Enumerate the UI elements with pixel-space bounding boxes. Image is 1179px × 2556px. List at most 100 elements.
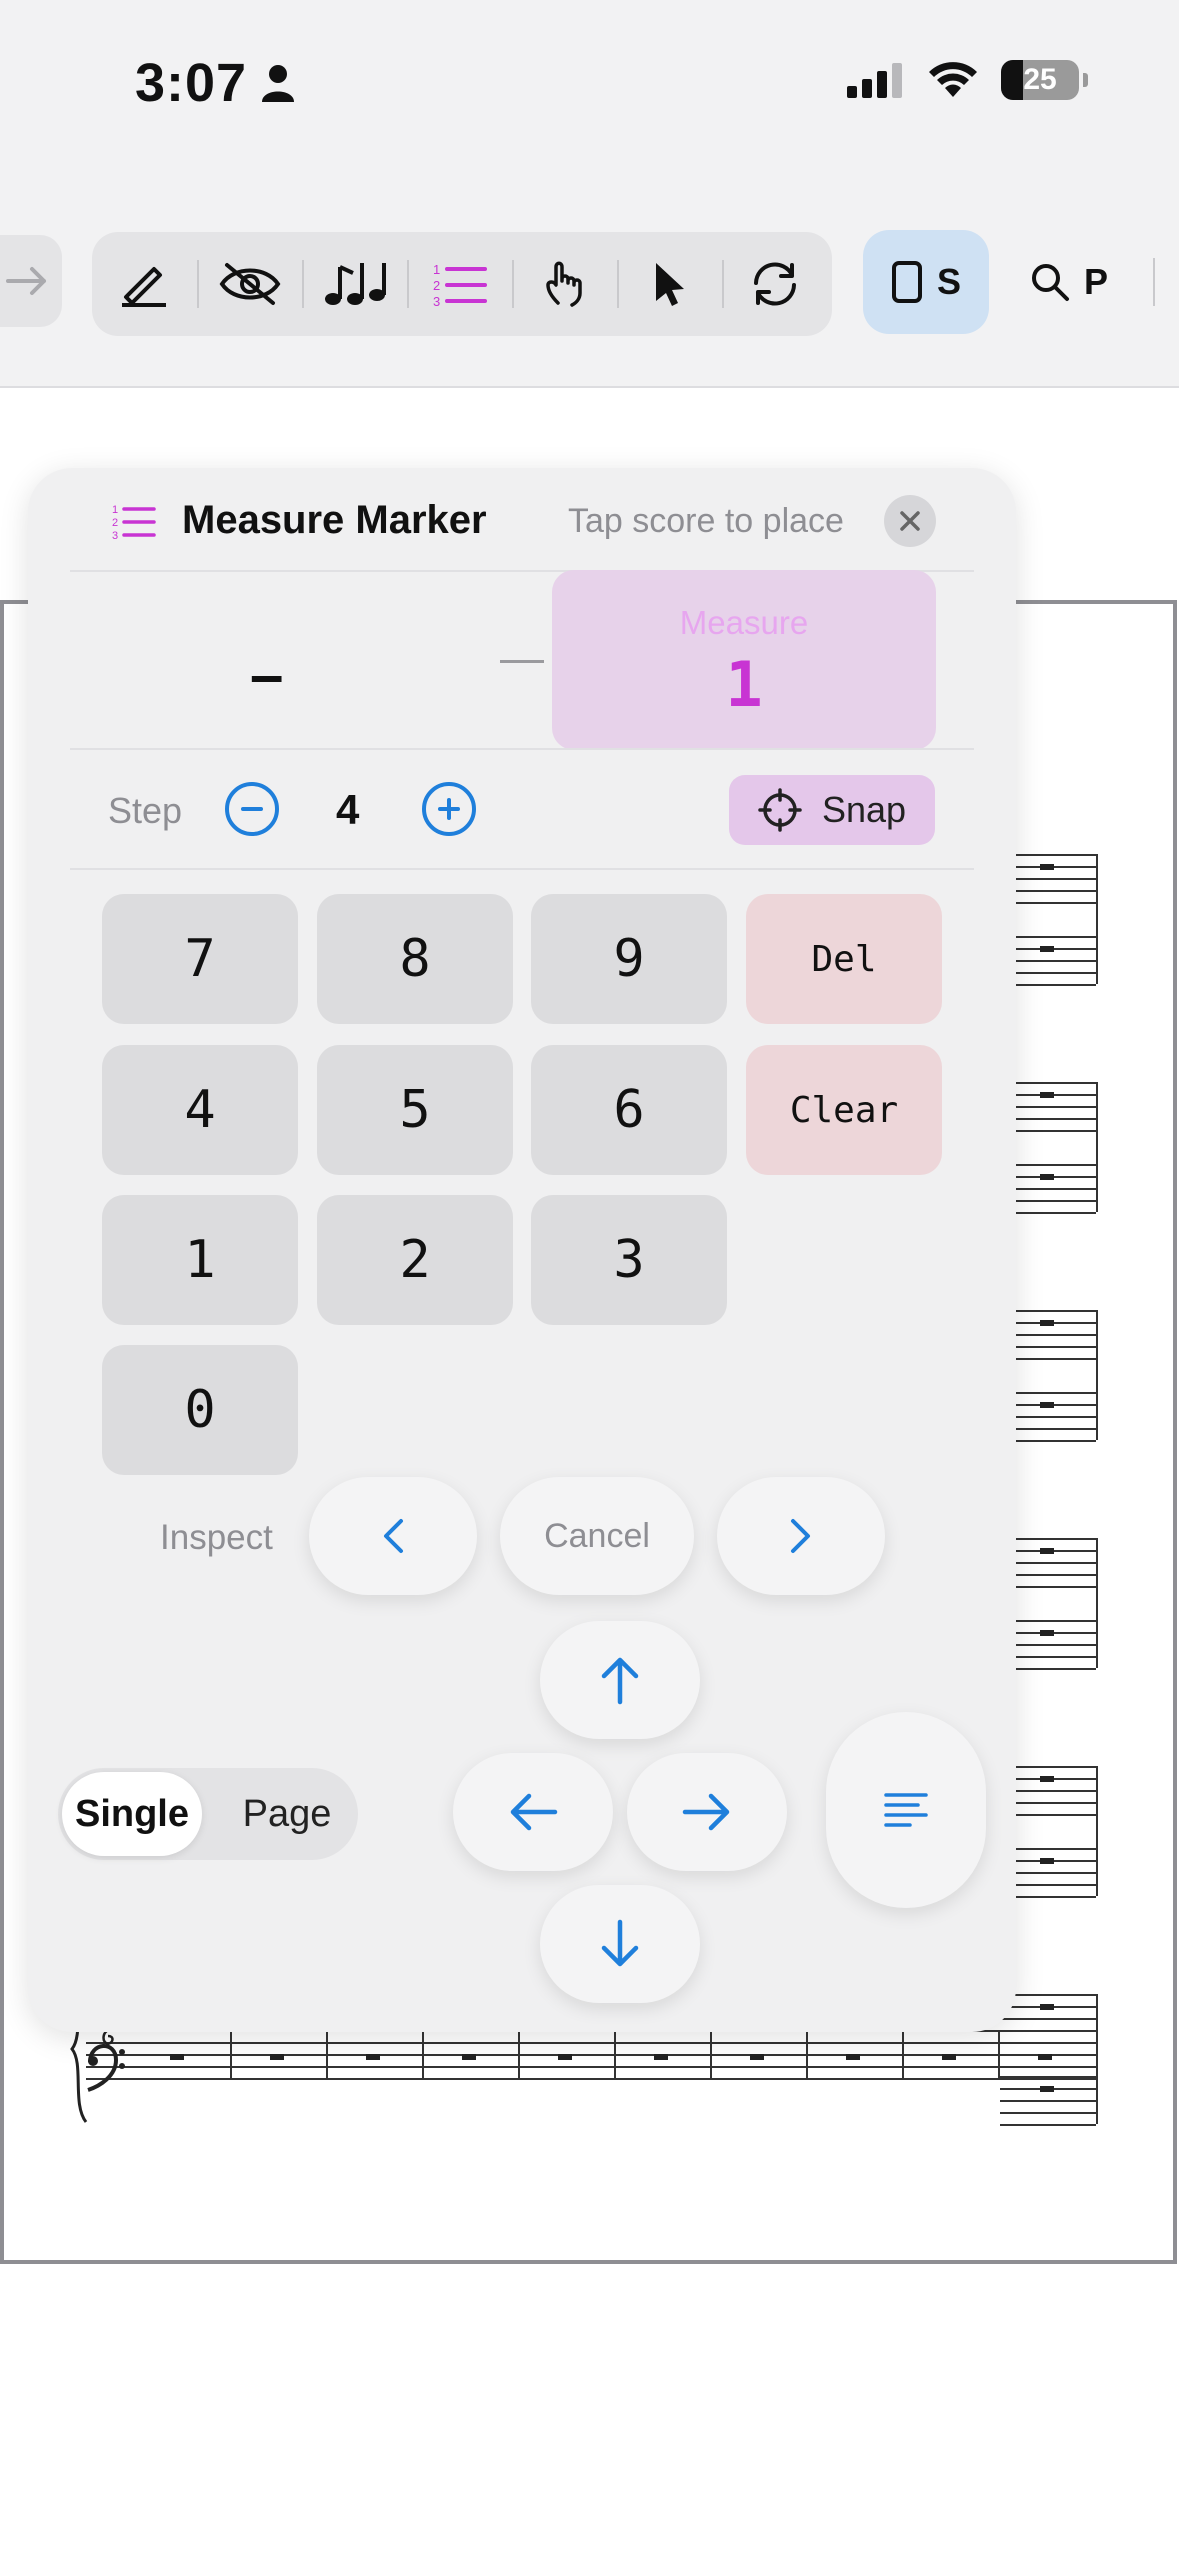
key-8[interactable]: 8	[317, 894, 513, 1024]
redo-arrow-icon	[6, 267, 46, 295]
inspect-previous-button[interactable]	[309, 1477, 477, 1595]
whole-rest	[1038, 2054, 1052, 2060]
staff-line	[1000, 2124, 1096, 2126]
inspect-next-button[interactable]	[717, 1477, 885, 1595]
whole-rest	[1040, 2086, 1054, 2092]
plus-icon	[438, 798, 460, 820]
measure-label: Measure	[679, 604, 809, 641]
move-down-button[interactable]	[540, 1885, 700, 2003]
staff-line	[1000, 2112, 1096, 2114]
key-4[interactable]: 4	[102, 1045, 298, 1175]
range-separator	[500, 660, 544, 663]
toolbar-divider	[1153, 258, 1155, 306]
barline	[902, 2030, 904, 2080]
key-1[interactable]: 1	[102, 1195, 298, 1325]
move-right-button[interactable]	[627, 1753, 787, 1871]
chevron-left-icon	[384, 1519, 403, 1553]
whole-rest	[1040, 1776, 1054, 1782]
arrow-up-icon	[601, 1657, 639, 1705]
key-2[interactable]: 2	[317, 1195, 513, 1325]
list-numbered-icon: 123	[433, 262, 487, 307]
whole-rest	[1040, 1320, 1054, 1326]
battery-icon: 25	[1001, 60, 1088, 100]
barline	[230, 2030, 232, 2080]
whole-rest	[1040, 1402, 1054, 1408]
whole-rest	[1040, 2004, 1054, 2010]
key-6[interactable]: 6	[531, 1045, 727, 1175]
sync-icon	[753, 262, 796, 306]
clear-button[interactable]: Clear	[746, 1045, 942, 1175]
search-icon	[1032, 264, 1069, 301]
barline	[1096, 1766, 1098, 1896]
barline	[1096, 2030, 1098, 2080]
touch-button[interactable]	[512, 232, 617, 336]
measure-value: 1	[725, 648, 763, 721]
staff-line	[86, 2042, 1096, 2044]
close-button[interactable]	[884, 495, 936, 547]
svg-text:1: 1	[112, 504, 118, 516]
redo-button[interactable]	[0, 235, 62, 327]
measure-field[interactable]: Measure 1	[552, 570, 936, 750]
move-left-button[interactable]	[453, 1753, 613, 1871]
battery-level: 25	[1023, 63, 1057, 96]
page-icon	[891, 261, 922, 303]
measure-marker-button[interactable]: 123	[407, 232, 512, 336]
page-mode-option[interactable]: Page	[222, 1772, 352, 1856]
key-3[interactable]: 3	[531, 1195, 727, 1325]
pen-tool-button[interactable]	[92, 232, 197, 336]
whole-rest	[1040, 946, 1054, 952]
whole-rest	[270, 2054, 284, 2060]
score-mode-button[interactable]: S	[863, 230, 989, 334]
cancel-button[interactable]: Cancel	[500, 1477, 694, 1595]
notes-button[interactable]	[302, 232, 407, 336]
whole-rest	[1040, 1092, 1054, 1098]
arrow-down-icon	[601, 1919, 639, 1967]
move-up-button[interactable]	[540, 1621, 700, 1739]
svg-text:2: 2	[112, 517, 118, 529]
svg-text:3: 3	[112, 530, 118, 540]
barline	[806, 2030, 808, 2080]
align-button[interactable]	[826, 1712, 986, 1908]
eye-slash-icon	[219, 263, 280, 305]
search-button[interactable]: P	[1030, 230, 1108, 334]
sync-button[interactable]	[722, 232, 827, 336]
status-icons: 25	[847, 60, 1088, 100]
barline	[518, 2030, 520, 2080]
whole-rest	[1040, 1858, 1054, 1864]
key-0[interactable]: 0	[102, 1345, 298, 1475]
key-9[interactable]: 9	[531, 894, 727, 1024]
whole-rest	[558, 2054, 572, 2060]
barline	[998, 2030, 1000, 2080]
start-measure-value[interactable]: –	[250, 640, 283, 709]
barline	[1096, 1082, 1098, 1212]
whole-rest	[1040, 1548, 1054, 1554]
whole-rest	[1040, 1174, 1054, 1180]
barline	[1096, 854, 1098, 984]
delete-button[interactable]: Del	[746, 894, 942, 1024]
barline	[614, 2030, 616, 2080]
pointer-button[interactable]	[617, 232, 722, 336]
staff-line	[86, 2078, 1096, 2080]
cancel-label: Cancel	[544, 1516, 650, 1555]
divider	[70, 868, 974, 870]
minus-icon	[241, 807, 263, 811]
key-5[interactable]: 5	[317, 1045, 513, 1175]
barline	[1096, 1310, 1098, 1440]
step-decrement-button[interactable]	[225, 782, 279, 836]
chevron-right-icon	[791, 1519, 810, 1553]
step-increment-button[interactable]	[422, 782, 476, 836]
snap-label: Snap	[821, 789, 907, 830]
panel-title: Measure Marker	[182, 498, 487, 542]
key-7[interactable]: 7	[102, 894, 298, 1024]
tool-group: 123	[92, 232, 832, 336]
single-mode-option[interactable]: Single	[62, 1772, 202, 1856]
arrow-left-icon	[510, 1793, 558, 1831]
staff-line	[1000, 2100, 1096, 2102]
pen-icon	[121, 267, 166, 307]
snap-button[interactable]: Snap	[729, 775, 935, 845]
svg-text:2: 2	[433, 278, 440, 293]
barline	[1096, 1538, 1098, 1668]
visibility-button[interactable]	[197, 232, 302, 336]
notes-icon	[324, 263, 386, 305]
divider	[70, 748, 974, 750]
